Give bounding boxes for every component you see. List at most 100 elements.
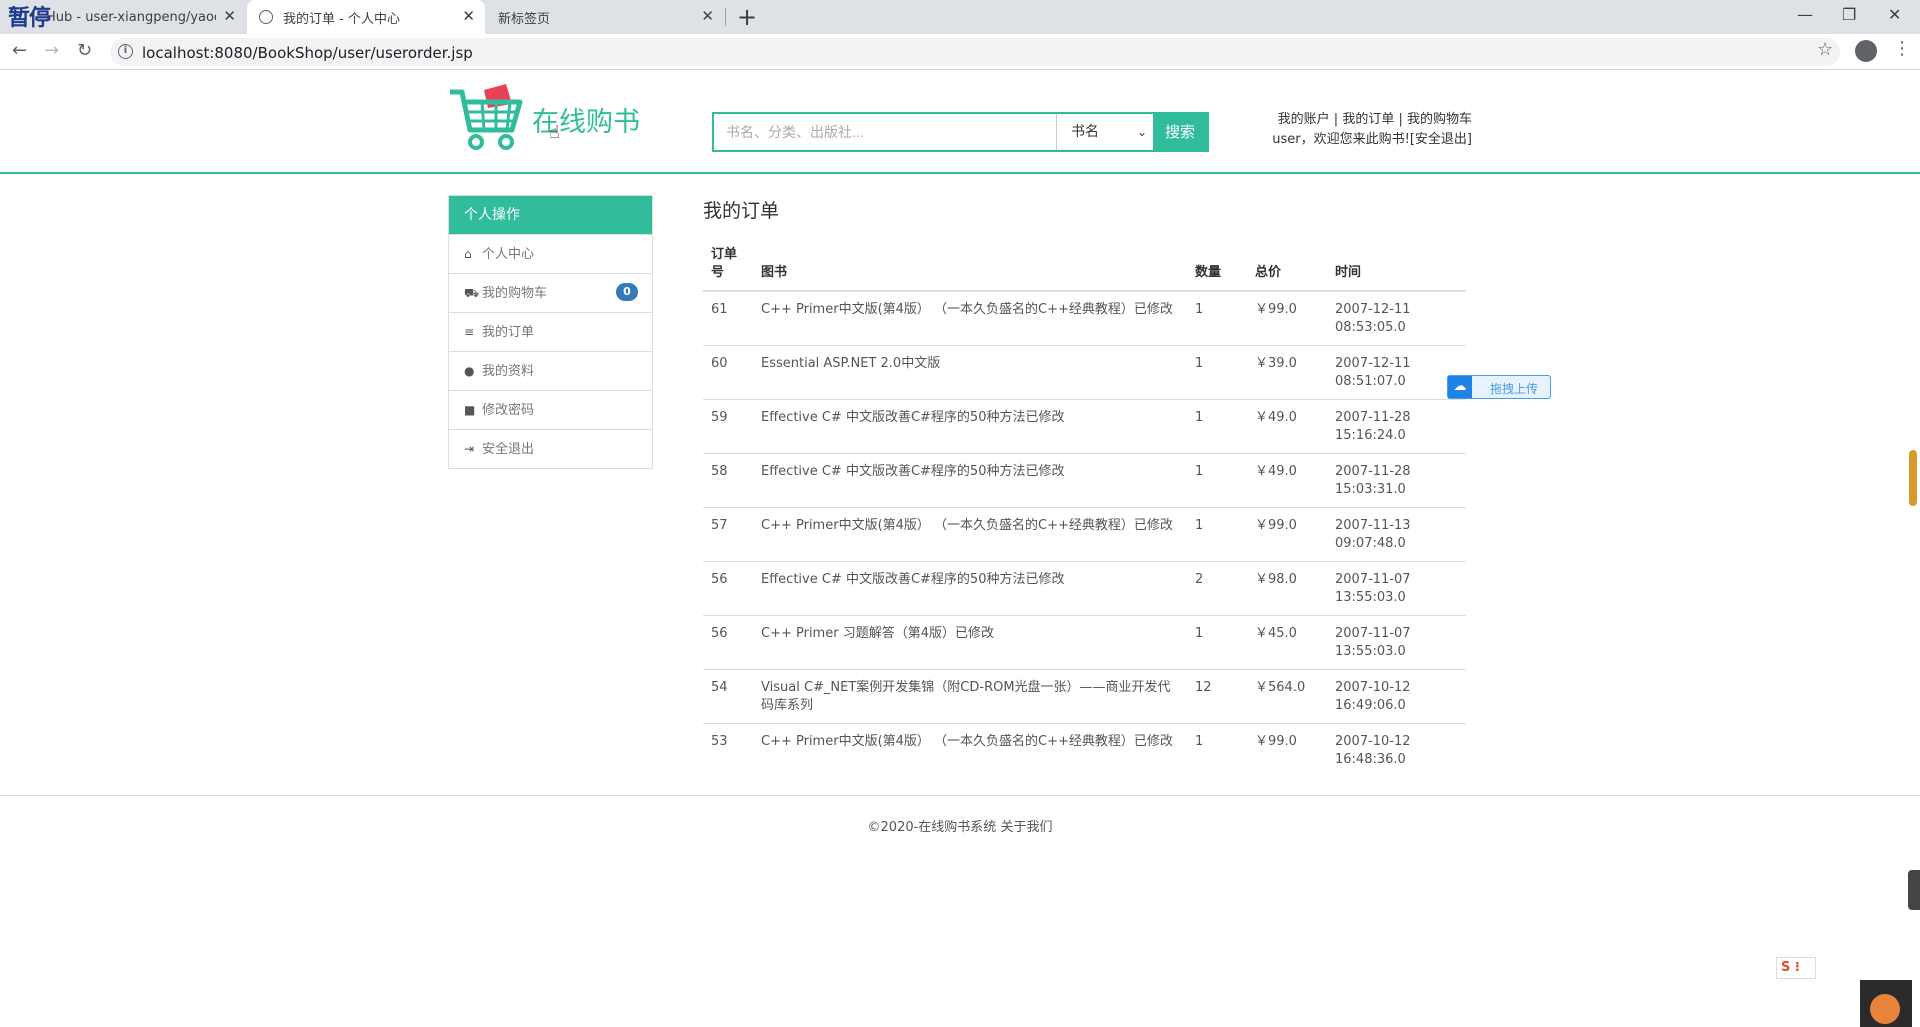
order-time: 16:49:06.0 bbox=[1335, 698, 1406, 713]
shopping-cart-logo-icon[interactable] bbox=[448, 78, 528, 158]
window-close-icon[interactable]: ✕ bbox=[1888, 5, 1901, 24]
order-time: 16:48:36.0 bbox=[1335, 752, 1406, 767]
order-date: 2007-11-28 bbox=[1335, 410, 1411, 425]
new-tab-icon[interactable]: + bbox=[737, 3, 757, 31]
book-title-cell: Effective C# 中文版改善C#程序的50种方法已修改 bbox=[753, 399, 1187, 454]
my-orders-link[interactable]: 我的订单 bbox=[1342, 112, 1394, 127]
sidebar-item-orders[interactable]: ≡ 我的订单 bbox=[449, 312, 652, 351]
sidebar-item-label: 安全退出 bbox=[482, 442, 535, 457]
address-bar[interactable]: i localhost:8080/BookShop/user/userorder… bbox=[110, 38, 1840, 66]
browser-menu-icon[interactable]: ⋮ bbox=[1893, 38, 1911, 59]
order-date: 2007-10-12 bbox=[1335, 734, 1411, 749]
column-header-time: 时间 bbox=[1327, 240, 1466, 292]
footer-text: ©2020-在线购书系统 关于我们 bbox=[867, 820, 1053, 835]
quantity-cell: 1 bbox=[1187, 290, 1247, 346]
back-icon[interactable]: ← bbox=[12, 40, 27, 61]
order-time: 13:55:03.0 bbox=[1335, 644, 1406, 659]
mouse-cursor-icon: ☝ bbox=[549, 122, 560, 143]
total-price-cell: ￥99.0 bbox=[1247, 507, 1327, 562]
order-date: 2007-11-07 bbox=[1335, 572, 1411, 587]
info-icon[interactable]: i bbox=[118, 44, 133, 59]
sidebar-item-profile[interactable]: ● 我的资料 bbox=[449, 351, 652, 390]
user-icon: ● bbox=[464, 364, 475, 378]
sidebar-item-label: 我的资料 bbox=[482, 364, 535, 379]
book-title-cell: Effective C# 中文版改善C#程序的50种方法已修改 bbox=[753, 453, 1187, 508]
bookmark-star-icon[interactable]: ☆ bbox=[1817, 39, 1833, 60]
cart-icon: ⛟ bbox=[464, 286, 480, 300]
quantity-cell: 1 bbox=[1187, 507, 1247, 562]
search-input[interactable] bbox=[714, 114, 1056, 150]
order-id-cell: 59 bbox=[703, 399, 753, 454]
table-row: 57 C++ Primer中文版(第4版） （一本久负盛名的C++经典教程）已修改… bbox=[703, 507, 1466, 562]
orders-table-body: 61 C++ Primer中文版(第4版） （一本久负盛名的C++经典教程）已修改… bbox=[703, 290, 1466, 777]
order-time-cell: 2007-10-12 16:49:06.0 bbox=[1327, 669, 1466, 724]
profile-avatar-icon[interactable] bbox=[1855, 40, 1877, 62]
book-title-cell: Essential ASP.NET 2.0中文版 bbox=[753, 345, 1187, 400]
app-tray-icon[interactable] bbox=[1860, 980, 1912, 1027]
sidebar-item-logout[interactable]: ⇥ 安全退出 bbox=[449, 429, 652, 468]
cloud-icon: ☁ bbox=[1448, 376, 1472, 398]
order-time: 09:07:48.0 bbox=[1335, 536, 1406, 551]
cart-count-badge: 0 bbox=[616, 283, 638, 301]
order-id-cell: 54 bbox=[703, 669, 753, 724]
total-price-cell: ￥45.0 bbox=[1247, 615, 1327, 670]
search-button[interactable]: 搜索 bbox=[1153, 114, 1207, 150]
my-account-link[interactable]: 我的账户 bbox=[1278, 112, 1330, 127]
order-time: 15:16:24.0 bbox=[1335, 428, 1406, 443]
order-date: 2007-12-11 bbox=[1335, 356, 1411, 371]
browser-tab[interactable]: 新标签页 ✕ bbox=[486, 0, 724, 34]
site-header: 在线购书 书名 ⌄ 搜索 我的账户 | 我的订单 | 我的购物车 user，欢迎… bbox=[0, 70, 1920, 174]
sidebar-item-label: 我的购物车 bbox=[482, 286, 548, 301]
order-id-cell: 58 bbox=[703, 453, 753, 508]
minimize-icon[interactable]: — bbox=[1797, 5, 1813, 24]
my-cart-link[interactable]: 我的购物车 bbox=[1407, 112, 1472, 127]
order-time-cell: 2007-11-28 15:16:24.0 bbox=[1327, 399, 1466, 454]
search-category-select[interactable]: 书名 ⌄ bbox=[1056, 114, 1153, 150]
close-icon[interactable]: ✕ bbox=[701, 9, 714, 24]
link-divider: | bbox=[1329, 112, 1343, 127]
personal-sidebar: 个人操作 ⌂ 个人中心 ⛟ 我的购物车 0 ≡ 我的订单 ● 我的资料 ■ 修改密码 ⇥ 安… bbox=[448, 195, 653, 469]
link-divider: | bbox=[1394, 112, 1407, 127]
quantity-cell: 2 bbox=[1187, 561, 1247, 616]
close-icon[interactable]: ✕ bbox=[223, 9, 236, 24]
quantity-cell: 1 bbox=[1187, 399, 1247, 454]
side-panel-tab[interactable] bbox=[1908, 870, 1920, 910]
sidebar-item-label: 我的订单 bbox=[482, 325, 535, 340]
order-time-cell: 2007-11-07 13:55:03.0 bbox=[1327, 615, 1466, 670]
quantity-cell: 1 bbox=[1187, 345, 1247, 400]
tab-title: 新标签页 bbox=[498, 11, 551, 27]
page-title: 我的订单 bbox=[703, 200, 780, 222]
sidebar-item-personal-center[interactable]: ⌂ 个人中心 bbox=[449, 234, 652, 273]
column-header-book: 图书 bbox=[753, 240, 1187, 292]
order-time-cell: 2007-11-28 15:03:31.0 bbox=[1327, 453, 1466, 508]
sidebar-item-change-password[interactable]: ■ 修改密码 bbox=[449, 390, 652, 429]
tab-title: 我的订单 - 个人中心 bbox=[283, 11, 400, 27]
side-scroll-handle[interactable] bbox=[1909, 450, 1917, 506]
browser-tab-active[interactable]: 我的订单 - 个人中心 ✕ bbox=[247, 0, 485, 34]
total-price-cell: ￥99.0 bbox=[1247, 723, 1327, 777]
chevron-down-icon: ⌄ bbox=[1136, 125, 1147, 139]
order-id-cell: 61 bbox=[703, 290, 753, 346]
sidebar-item-cart[interactable]: ⛟ 我的购物车 0 bbox=[449, 273, 652, 312]
ime-label: S bbox=[1781, 960, 1791, 975]
drag-upload-widget[interactable]: ☁ 拖拽上传 bbox=[1447, 375, 1551, 399]
reload-icon[interactable]: ↻ bbox=[77, 40, 92, 61]
book-title-cell: C++ Primer中文版(第4版） （一本久负盛名的C++经典教程）已修改 bbox=[753, 723, 1187, 777]
ime-toolbar-icon[interactable]: S ⁝ bbox=[1776, 957, 1816, 979]
restore-icon[interactable]: ❐ bbox=[1842, 5, 1856, 24]
book-title-cell: C++ Primer中文版(第4版） （一本久负盛名的C++经典教程）已修改 bbox=[753, 507, 1187, 562]
table-row: 53 C++ Primer中文版(第4版） （一本久负盛名的C++经典教程）已修改… bbox=[703, 723, 1466, 777]
order-time-cell: 2007-11-13 09:07:48.0 bbox=[1327, 507, 1466, 562]
total-price-cell: ￥99.0 bbox=[1247, 290, 1327, 346]
order-id-cell: 60 bbox=[703, 345, 753, 400]
close-icon[interactable]: ✕ bbox=[462, 9, 475, 24]
user-links: 我的账户 | 我的订单 | 我的购物车 user，欢迎您来此购书![安全退出] bbox=[1272, 110, 1472, 150]
book-title-cell: Visual C#_NET案例开发集锦（附CD-ROM光盘一张）——商业开发代码… bbox=[753, 669, 1187, 724]
book-title-cell: Effective C# 中文版改善C#程序的50种方法已修改 bbox=[753, 561, 1187, 616]
forward-icon[interactable]: → bbox=[44, 40, 59, 61]
column-header-total: 总价 bbox=[1247, 240, 1327, 292]
table-header-row: 订单号 图书 数量 总价 时间 bbox=[703, 240, 1466, 292]
order-id-cell: 53 bbox=[703, 723, 753, 777]
order-time-cell: 2007-11-07 13:55:03.0 bbox=[1327, 561, 1466, 616]
logout-link[interactable]: [安全退出] bbox=[1410, 132, 1472, 147]
